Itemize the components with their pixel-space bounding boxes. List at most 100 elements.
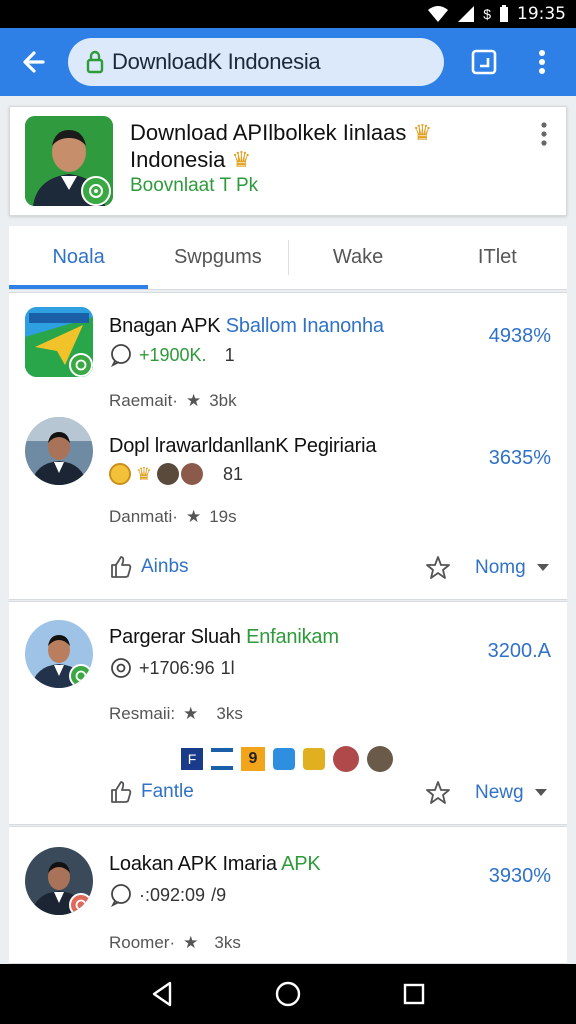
item-stat: Danmati· ★ 19s	[109, 507, 237, 527]
item-stat-label: Raemait·	[109, 391, 178, 410]
item-stat: Raemait· ★ 3bk	[109, 391, 237, 411]
item-title-highlight: Sballom Inanonha	[225, 315, 384, 337]
item-stat-value: 3bk	[209, 391, 237, 410]
tab-noala[interactable]: Noala	[9, 226, 149, 289]
overflow-menu-button[interactable]	[520, 38, 564, 86]
item-title[interactable]: Pargerar Sluah Enfanikam	[109, 626, 339, 649]
number-icon: 9	[241, 747, 265, 771]
app-mini-icon	[273, 748, 295, 770]
like-label: Ainbs	[141, 556, 189, 577]
item-percent: 4938%	[488, 325, 551, 347]
comment-icon	[110, 884, 131, 907]
back-button[interactable]	[0, 28, 68, 96]
item-meta: +1900K. 1	[109, 343, 235, 367]
item-stat-value: 3ks	[216, 704, 243, 723]
tab-itlet[interactable]: ITlet	[428, 226, 567, 289]
carrier-icon: $	[483, 6, 491, 22]
arrow-left-icon	[23, 51, 45, 73]
favorite-button[interactable]	[425, 555, 451, 586]
chevron-down-icon	[534, 789, 547, 796]
feed-card: Bnagan APK Sballom Inanonha +1900K. 1 Ra…	[9, 292, 567, 600]
comment-icon	[110, 344, 131, 367]
crown-icon: ♛	[231, 147, 252, 172]
verified-badge	[69, 353, 93, 377]
app-icon	[25, 116, 113, 206]
nav-back-icon[interactable]	[150, 981, 174, 1007]
avatar-mini	[181, 463, 203, 485]
item-meta-count: +1706:96	[139, 657, 215, 678]
item-stat-label: Danmati·	[109, 507, 178, 526]
list-icon	[211, 748, 233, 770]
tab-wake[interactable]: Wake	[289, 226, 428, 289]
feed-card: Loakan APK Imaria APK ·:092:09 /9 Roomer…	[9, 826, 567, 964]
url-text: DownloadK Indonesia	[112, 49, 321, 74]
item-meta-suffix: 81	[223, 463, 244, 484]
url-bar[interactable]: DownloadK Indonesia	[68, 38, 444, 86]
app-mini-icon	[303, 748, 325, 770]
reaction-icons: ♛ 81	[109, 463, 243, 485]
reaction-icons: F 9	[181, 746, 393, 772]
app-badge-icon	[75, 899, 87, 911]
app-badge-icon	[89, 184, 103, 198]
thumbs-up-icon	[111, 556, 132, 578]
list-item-icon[interactable]	[25, 307, 93, 377]
item-stat: Roomer· ★ 3ks	[109, 933, 241, 953]
more-vert-icon[interactable]	[536, 121, 552, 147]
lock-icon	[86, 50, 104, 74]
tabs-icon	[471, 49, 497, 75]
item-title-highlight: Enfanikam	[246, 626, 339, 648]
item-percent: 3930%	[488, 865, 551, 887]
sort-dropdown[interactable]: Nomg	[475, 557, 550, 579]
item-meta-suffix: /9	[211, 884, 227, 905]
item-title-text: Loakan APK Imaria	[109, 853, 277, 875]
star-outline-icon	[426, 781, 450, 804]
tab-swpgums[interactable]: Swpgums	[148, 226, 287, 289]
nav-recents-icon[interactable]	[402, 982, 426, 1006]
like-label: Fantle	[141, 781, 194, 802]
app-header-card[interactable]: Download APIlbolkek Iinlaas ♛ Indonesia …	[9, 106, 567, 216]
item-meta: ·:092:09 /9	[109, 883, 226, 907]
avatar-mini	[333, 746, 359, 772]
feed-card: Pargerar Sluah Enfanikam +1706:96 1l Res…	[9, 601, 567, 825]
at-sign-icon	[111, 658, 131, 678]
emoji-icon	[109, 463, 131, 485]
nav-home-icon[interactable]	[274, 980, 302, 1008]
item-title-highlight: Pegiriaria	[293, 435, 377, 457]
star-icon: ★	[183, 704, 199, 723]
like-button[interactable]: Fantle	[109, 780, 194, 804]
item-title[interactable]: Loakan APK Imaria APK	[109, 853, 321, 876]
item-stat-value: 3ks	[214, 933, 241, 952]
sort-dropdown-label: Newg	[475, 782, 524, 803]
avatar-mini	[157, 463, 179, 485]
sort-dropdown[interactable]: Newg	[475, 782, 548, 804]
avatar[interactable]	[25, 417, 93, 485]
thumbs-up-icon	[111, 781, 132, 803]
item-title-text: Dopl lrawarldanllanK	[109, 435, 289, 457]
favorite-button[interactable]	[425, 780, 451, 811]
system-nav-bar	[0, 964, 576, 1024]
item-meta-suffix: 1	[224, 344, 235, 365]
item-meta-count: +1900K.	[139, 344, 207, 365]
star-outline-icon	[426, 556, 450, 579]
tabs-button[interactable]	[462, 38, 506, 86]
crown-icon: ♛	[412, 120, 433, 145]
item-title-text: Pargerar Sluah	[109, 626, 241, 648]
avatar[interactable]	[25, 620, 93, 688]
avatar[interactable]	[25, 847, 93, 915]
chevron-down-icon	[536, 564, 549, 571]
star-icon: ★	[185, 507, 202, 526]
header-title-line1: Download APIlbolkek Iinlaas	[130, 120, 407, 145]
item-title-text: Bnagan APK	[109, 315, 221, 337]
item-stat-label: Resmaii:	[109, 704, 176, 723]
verified-badge	[69, 664, 93, 688]
item-stat-value: 19s	[209, 507, 237, 526]
like-button[interactable]: Ainbs	[109, 555, 189, 579]
verified-badge	[81, 176, 111, 206]
item-title[interactable]: Dopl lrawarldanllanK Pegiriaria	[109, 435, 376, 458]
wifi-icon	[428, 6, 449, 22]
item-title[interactable]: Bnagan APK Sballom Inanonha	[109, 315, 384, 338]
avatar-mini	[367, 746, 393, 772]
notification-badge	[69, 893, 93, 915]
battery-icon	[500, 5, 508, 22]
item-stat-label: Roomer·	[109, 933, 176, 952]
